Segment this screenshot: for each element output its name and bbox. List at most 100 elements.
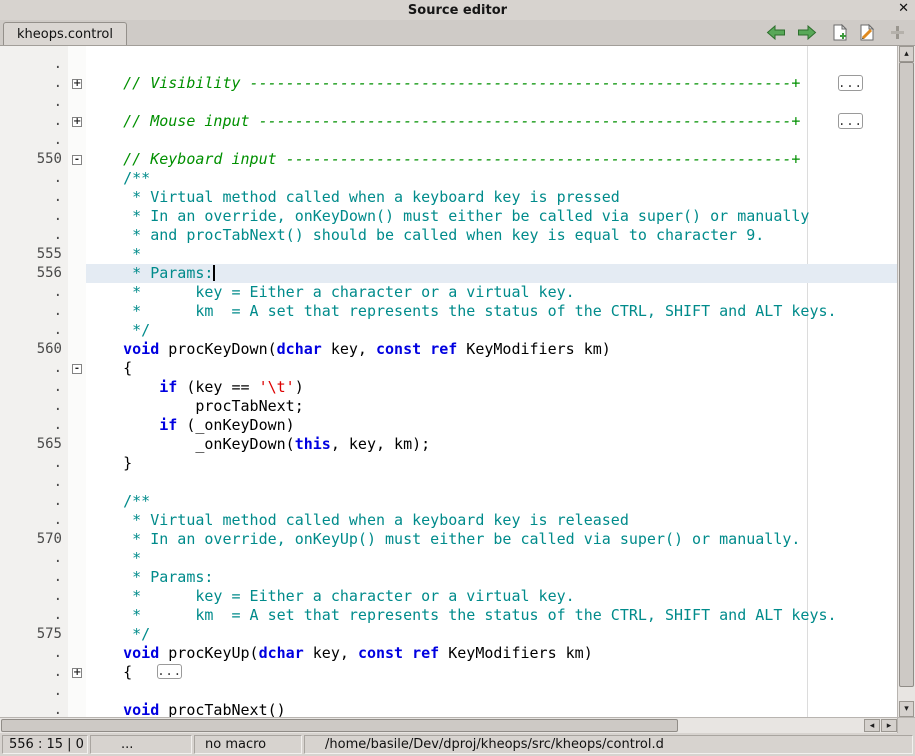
fold-expand-icon[interactable]: + (72, 117, 82, 127)
code-text[interactable]: // Visibility --------------------------… (86, 74, 897, 93)
line-number[interactable]: 570 (0, 530, 68, 549)
code-line[interactable]: .+ // Visibility -----------------------… (0, 74, 897, 93)
line-number[interactable]: . (0, 302, 68, 321)
code-text[interactable]: * Params: (86, 568, 897, 587)
line-number[interactable]: . (0, 606, 68, 625)
code-line[interactable]: . /** (0, 169, 897, 188)
code-line[interactable]: . /** (0, 492, 897, 511)
fold-expand-icon[interactable]: + (72, 668, 82, 678)
folded-block-ellipsis[interactable]: ... (838, 75, 863, 91)
code-line[interactable]: . if (_onKeyDown) (0, 416, 897, 435)
code-line[interactable]: . (0, 55, 897, 74)
code-line[interactable]: .+ // Mouse input ----------------------… (0, 112, 897, 131)
code-line[interactable]: . * and procTabNext() should be called w… (0, 226, 897, 245)
code-line[interactable]: . } (0, 454, 897, 473)
line-number[interactable]: . (0, 74, 68, 93)
code-text[interactable]: * km = A set that represents the status … (86, 302, 897, 321)
line-number[interactable]: . (0, 644, 68, 663)
code-line[interactable]: . * key = Either a character or a virtua… (0, 587, 897, 606)
line-number[interactable]: . (0, 55, 68, 74)
window-titlebar[interactable]: Source editor ✕ (0, 0, 915, 20)
code-line[interactable]: . (0, 473, 897, 492)
line-number[interactable]: . (0, 226, 68, 245)
line-number[interactable]: . (0, 131, 68, 150)
code-line[interactable]: . * Params: (0, 568, 897, 587)
code-rows[interactable]: ..+ // Visibility ----------------------… (0, 55, 897, 717)
code-line[interactable]: . * km = A set that represents the statu… (0, 606, 897, 625)
line-number[interactable]: . (0, 416, 68, 435)
code-text[interactable]: /** (86, 492, 897, 511)
code-line[interactable]: . if (key == '\t') (0, 378, 897, 397)
code-text[interactable]: * (86, 549, 897, 568)
code-line[interactable]: . * km = A set that represents the statu… (0, 302, 897, 321)
line-number[interactable]: 565 (0, 435, 68, 454)
code-text[interactable]: procTabNext; (86, 397, 897, 416)
code-line[interactable]: . * In an override, onKeyDown() must eit… (0, 207, 897, 226)
fold-margin[interactable]: + (68, 112, 86, 131)
code-text[interactable] (86, 131, 897, 150)
code-line[interactable]: 556 * Params: (0, 264, 897, 283)
code-editor[interactable]: ..+ // Visibility ----------------------… (0, 46, 897, 717)
line-number[interactable]: . (0, 378, 68, 397)
split-view-button[interactable] (890, 25, 905, 40)
line-number[interactable]: . (0, 473, 68, 492)
tab-kheops-control[interactable]: kheops.control (3, 22, 127, 45)
fold-collapse-icon[interactable]: - (72, 155, 82, 165)
code-text[interactable]: * Virtual method called when a keyboard … (86, 511, 897, 530)
code-text[interactable]: _onKeyDown(this, key, km); (86, 435, 897, 454)
code-text[interactable]: void procKeyUp(dchar key, const ref KeyM… (86, 644, 897, 663)
line-number[interactable]: . (0, 359, 68, 378)
code-line[interactable]: . void procTabNext() (0, 701, 897, 717)
nav-forward-button[interactable] (797, 25, 817, 40)
code-line[interactable]: 560 void procKeyDown(dchar key, const re… (0, 340, 897, 359)
scroll-right-icon[interactable]: ▸ (881, 719, 897, 732)
code-text[interactable]: * Params: (86, 264, 897, 283)
line-number[interactable]: . (0, 663, 68, 682)
code-text[interactable] (86, 682, 897, 701)
code-text[interactable]: * Virtual method called when a keyboard … (86, 188, 897, 207)
code-text[interactable]: * key = Either a character or a virtual … (86, 587, 897, 606)
code-text[interactable] (86, 473, 897, 492)
line-number[interactable]: . (0, 207, 68, 226)
line-number[interactable]: . (0, 321, 68, 340)
code-line[interactable]: . (0, 131, 897, 150)
scroll-up-icon[interactable]: ▴ (899, 46, 914, 62)
code-text[interactable]: * key = Either a character or a virtual … (86, 283, 897, 302)
code-line[interactable]: . void procKeyUp(dchar key, const ref Ke… (0, 644, 897, 663)
horizontal-scrollbar-thumb[interactable] (1, 719, 678, 732)
code-text[interactable]: } (86, 454, 897, 473)
code-text[interactable]: {... (86, 663, 897, 682)
code-text[interactable]: * (86, 245, 897, 264)
fold-margin[interactable]: - (68, 150, 86, 169)
code-line[interactable]: . */ (0, 321, 897, 340)
code-line[interactable]: . * key = Either a character or a virtua… (0, 283, 897, 302)
code-text[interactable]: * In an override, onKeyDown() must eithe… (86, 207, 897, 226)
fold-margin[interactable]: + (68, 663, 86, 682)
code-text[interactable]: if (key == '\t') (86, 378, 897, 397)
line-number[interactable]: . (0, 701, 68, 717)
fold-margin[interactable]: + (68, 74, 86, 93)
code-line[interactable]: . * Virtual method called when a keyboar… (0, 188, 897, 207)
code-line[interactable]: 570 * In an override, onKeyUp() must eit… (0, 530, 897, 549)
code-text[interactable] (86, 55, 897, 74)
line-number[interactable]: . (0, 454, 68, 473)
folded-block-ellipsis[interactable]: ... (157, 664, 182, 679)
line-number[interactable]: 550 (0, 150, 68, 169)
line-number[interactable]: . (0, 283, 68, 302)
scroll-down-icon[interactable]: ▾ (899, 701, 914, 717)
code-text[interactable]: void procKeyDown(dchar key, const ref Ke… (86, 340, 897, 359)
code-text[interactable]: * and procTabNext() should be called whe… (86, 226, 897, 245)
code-text[interactable] (86, 93, 897, 112)
line-number[interactable]: 556 (0, 264, 68, 283)
line-number[interactable]: . (0, 568, 68, 587)
code-line[interactable]: . (0, 93, 897, 112)
nav-back-button[interactable] (766, 25, 786, 40)
line-number[interactable]: . (0, 169, 68, 188)
vertical-scrollbar-thumb[interactable] (899, 62, 914, 687)
code-text[interactable]: void procTabNext() (86, 701, 897, 717)
code-line[interactable]: . procTabNext; (0, 397, 897, 416)
code-text[interactable]: /** (86, 169, 897, 188)
code-text[interactable]: * km = A set that represents the status … (86, 606, 897, 625)
line-number[interactable]: . (0, 682, 68, 701)
code-line[interactable]: 550- // Keyboard input -----------------… (0, 150, 897, 169)
